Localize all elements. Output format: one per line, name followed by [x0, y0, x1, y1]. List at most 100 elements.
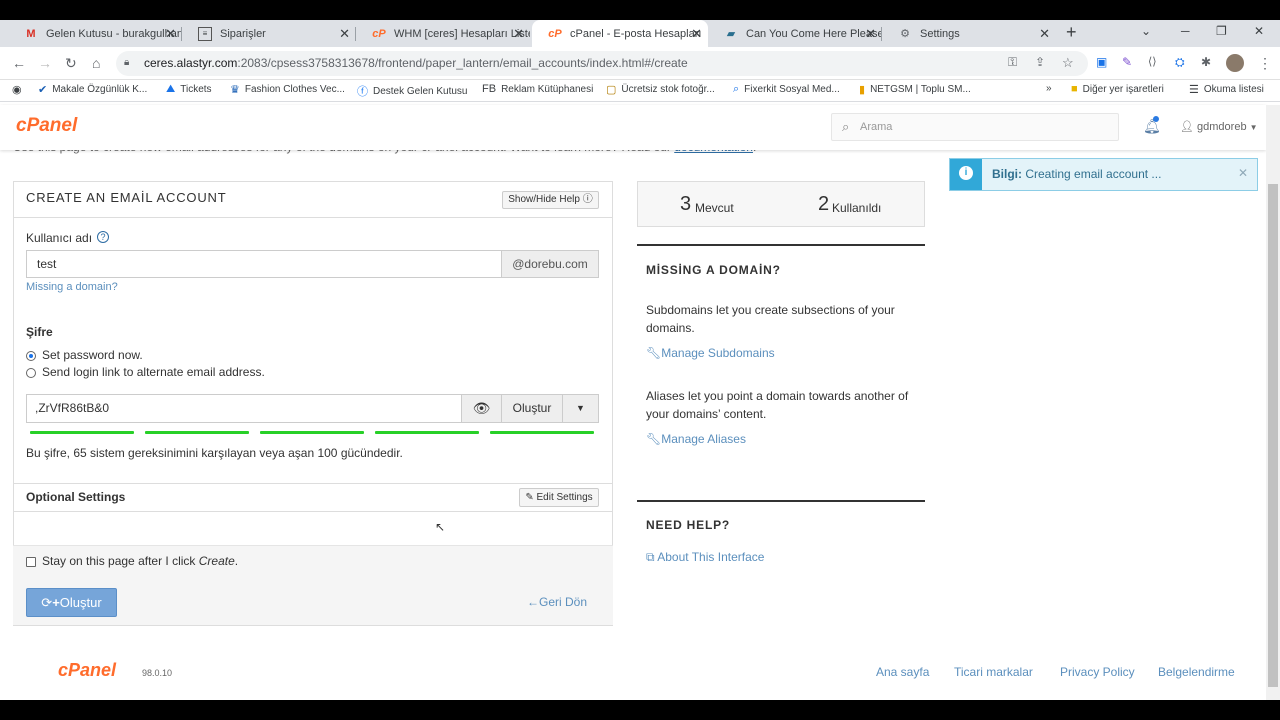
reload-icon[interactable]: ↻	[65, 55, 77, 72]
more-bookmarks-icon[interactable]: »	[1046, 83, 1052, 94]
missing-domain-link[interactable]: Missing a domain?	[26, 281, 118, 293]
tab-cpanel-email[interactable]: cP cPanel - E-posta Hesapları ✕	[532, 20, 708, 47]
strength-bar-segment	[260, 431, 364, 434]
pencil-icon: ✎	[525, 492, 534, 503]
url-path: :2083/cpsess3758313678/frontend/paper_la…	[237, 56, 688, 70]
bookmark-item[interactable]: ▢ Ücretsiz stok fotoğr...	[606, 83, 715, 96]
tickets-icon: ⛰	[166, 83, 176, 95]
divider	[637, 244, 925, 246]
bottom-letterbox	[0, 700, 1280, 720]
set-password-radio[interactable]	[26, 351, 36, 361]
maximize-icon[interactable]: ❐	[1216, 24, 1227, 38]
bookmark-item[interactable]: ⓕ Destek Gelen Kutusu	[357, 83, 468, 99]
gear-icon: ⚙	[900, 28, 910, 40]
panel-title: CREATE AN EMAİL ACCOUNT	[26, 190, 227, 205]
minimize-icon[interactable]: ─	[1181, 24, 1190, 38]
scrollbar-thumb[interactable]	[1268, 184, 1278, 687]
stay-on-page-checkbox[interactable]	[26, 557, 36, 567]
tab-chat[interactable]: ▰ Can You Come Here Please ✕	[708, 20, 882, 47]
close-tab-icon[interactable]: ✕	[513, 26, 524, 42]
back-link[interactable]: ←Geri Dön	[527, 595, 587, 609]
new-tab-icon[interactable]: +	[1066, 22, 1077, 43]
footer-link-trademarks[interactable]: Ticari markalar	[954, 665, 1033, 679]
close-alert-icon[interactable]: ✕	[1238, 166, 1248, 180]
generator-options-button[interactable]: ▼	[562, 394, 599, 423]
pen-extension-icon[interactable]: ✎	[1122, 55, 1132, 69]
puzzle-icon[interactable]: ✱	[1201, 55, 1211, 69]
close-tab-icon[interactable]: ✕	[165, 26, 176, 42]
forward-icon[interactable]: →	[38, 55, 52, 71]
plus-icon: +	[52, 595, 60, 610]
reading-list[interactable]: ☰ Okuma listesi	[1189, 83, 1264, 96]
aliases-text: Aliases let you point a domain towards a…	[646, 389, 909, 421]
close-tab-icon[interactable]: ✕	[339, 26, 350, 42]
bookmark-item[interactable]: ♛ Fashion Clothes Vec...	[230, 83, 345, 96]
help-icon[interactable]: ?	[97, 231, 109, 243]
set-password-label[interactable]: Set password now.	[42, 348, 143, 362]
about-interface-link[interactable]: ⧉ About This Interface	[646, 550, 764, 565]
reading-list-icon: ☰	[1189, 84, 1199, 96]
stay-on-page-label[interactable]: Stay on this page after I click Create.	[42, 554, 238, 568]
footer-cpanel-logo[interactable]: cPanel	[58, 660, 116, 681]
close-tab-icon[interactable]: ✕	[865, 26, 876, 42]
bookmark-item[interactable]: ⛰ Tickets	[166, 83, 212, 96]
back-icon[interactable]: ←	[12, 55, 26, 71]
tab-settings[interactable]: ⚙ Settings ✕	[882, 20, 1056, 47]
user-extension-icon[interactable]: ⛭	[1175, 55, 1185, 70]
extension-icon[interactable]: ▣	[1096, 55, 1107, 69]
cpanel-logo[interactable]: cPanel	[16, 115, 77, 137]
footer-link-documentation[interactable]: Belgelendirme	[1158, 665, 1235, 679]
tab-whm[interactable]: cP WHM [ceres] Hesapları Liste ✕	[356, 20, 530, 47]
user-menu[interactable]: 👤︎ gdmdoreb ▼	[1180, 120, 1258, 133]
domain-addon: @dorebu.com	[501, 250, 599, 278]
edit-settings-button[interactable]: ✎ Edit Settings	[519, 488, 599, 507]
search-input[interactable]: Arama	[831, 113, 1119, 141]
optional-settings-label: Optional Settings	[26, 490, 126, 504]
bookmark-item[interactable]: ⌕ Fixerkit Sosyal Med...	[733, 83, 840, 96]
show-hide-help-button[interactable]: Show/Hide Help ⓘ	[502, 191, 599, 209]
password-label: Şifre	[26, 325, 53, 339]
tab-title: Can You Come Here Please	[746, 27, 882, 40]
close-window-icon[interactable]: ✕	[1254, 24, 1264, 38]
bookmark-item[interactable]: ✔ Makale Özgünlük K...	[38, 83, 147, 96]
tab-orders[interactable]: ≡ Siparişler ✕	[182, 20, 356, 47]
strength-bar-segment	[490, 431, 594, 434]
missing-domain-heading: MİSSİNG A DOMAİN?	[646, 263, 781, 277]
bookmark-item[interactable]: FB Reklam Kütüphanesi	[482, 83, 593, 95]
manage-subdomains-link[interactable]: 🔧︎Manage Subdomains	[646, 346, 775, 360]
footer-link-privacy[interactable]: Privacy Policy	[1060, 665, 1135, 679]
create-button[interactable]: ⟳+Oluştur	[26, 588, 117, 617]
page: M Gelen Kutusu - burakgulhan ✕ ≡ Sipariş…	[0, 0, 1280, 720]
password-strength-text: Bu şifre, 65 sistem gereksinimini karşıl…	[26, 446, 403, 460]
tab-search-icon[interactable]: ⌄	[1141, 24, 1151, 38]
home-icon[interactable]: ⌂	[92, 55, 100, 71]
footer-link-home[interactable]: Ana sayfa	[876, 665, 929, 679]
other-bookmarks[interactable]: ■ Diğer yer işaretleri	[1071, 83, 1164, 95]
star-icon[interactable]: ☆	[1062, 55, 1074, 71]
bookmark-globe-icon[interactable]: ◉	[12, 83, 27, 96]
address-bar[interactable]: ceres.alastyr.com:2083/cpsess3758313678/…	[116, 51, 1088, 76]
share-icon[interactable]: ⇪	[1035, 55, 1045, 69]
spinner-icon: ⟳	[41, 595, 53, 610]
generate-password-button[interactable]: Oluştur	[501, 394, 563, 423]
cpanel-icon: cP	[372, 27, 386, 40]
show-password-button[interactable]: 👁︎	[461, 394, 502, 423]
menu-icon[interactable]: ⋮	[1258, 55, 1272, 72]
close-tab-icon[interactable]: ✕	[691, 26, 702, 42]
external-link-icon: ⧉	[646, 550, 655, 564]
key-icon[interactable]: ⚿	[1008, 55, 1017, 70]
bookmark-item[interactable]: ▮ NETGSM | Toplu SM...	[859, 83, 971, 96]
username-input[interactable]: test	[26, 250, 502, 278]
send-link-radio[interactable]	[26, 368, 36, 378]
gmail-icon: M	[26, 27, 36, 40]
password-input[interactable]: ,ZrVfR86tB&0	[26, 394, 462, 423]
tab-gmail[interactable]: M Gelen Kutusu - burakgulhan ✕	[8, 20, 182, 47]
divider	[637, 500, 925, 502]
caret-down-icon: ▼	[1249, 123, 1258, 132]
close-tab-icon[interactable]: ✕	[1039, 26, 1050, 42]
profile-avatar[interactable]	[1226, 54, 1244, 72]
lock-icon[interactable]: 🔒︎	[124, 57, 129, 68]
code-extension-icon[interactable]: ⟨⟩	[1148, 55, 1157, 68]
send-link-label[interactable]: Send login link to alternate email addre…	[42, 365, 265, 379]
manage-aliases-link[interactable]: 🔧︎Manage Aliases	[646, 432, 746, 446]
